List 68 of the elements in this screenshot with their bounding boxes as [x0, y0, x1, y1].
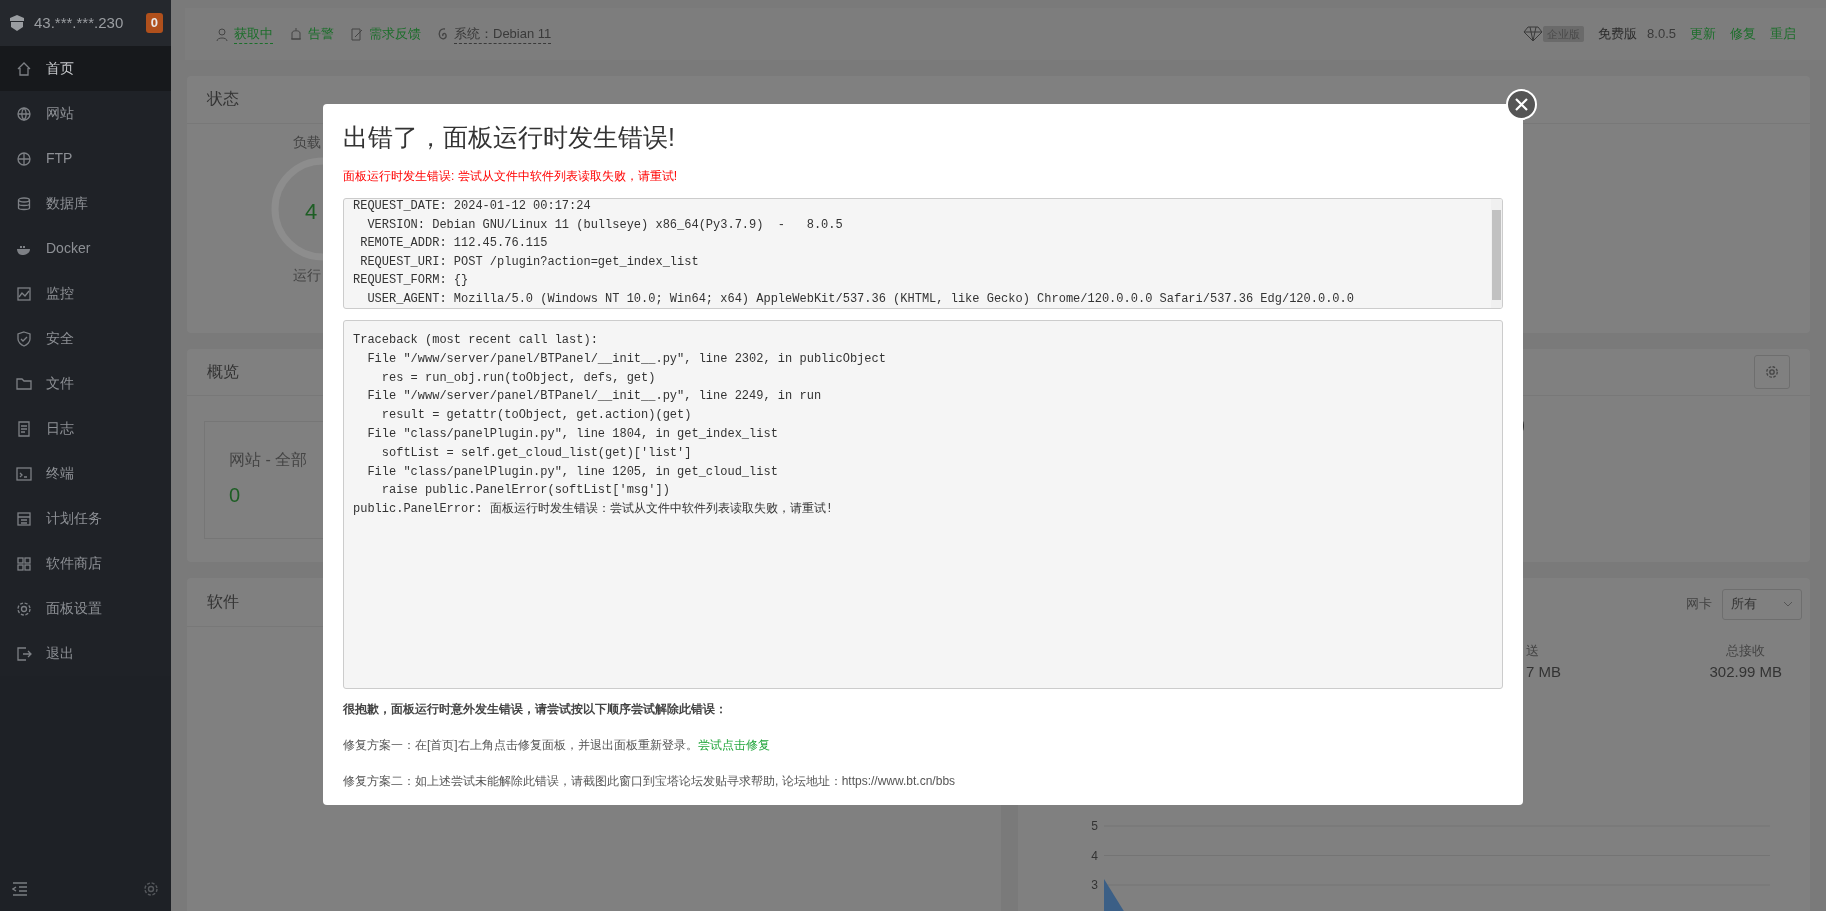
system-info[interactable]: 系统：Debian 11	[454, 23, 552, 45]
shield-icon	[16, 330, 32, 347]
repair-link[interactable]: 尝试点击修复	[697, 738, 770, 752]
chevron-icon	[1783, 601, 1793, 607]
stat-label: 网站 - 全部	[229, 449, 308, 470]
grid-icon	[16, 555, 32, 572]
collapse-icon[interactable]	[12, 882, 28, 896]
diamond-icon	[1523, 25, 1544, 42]
home-icon	[16, 60, 32, 77]
sidebar-item[interactable]: 监控	[0, 271, 171, 316]
nic-label: 网卡	[1686, 595, 1712, 614]
sidebar-item[interactable]: 首页	[0, 46, 171, 91]
terminal-icon	[16, 465, 32, 482]
apology-text: 很抱歉，面板运行时意外发生错误，请尝试按以下顺序尝试解除此错误：	[343, 701, 728, 718]
card-title: 状态	[207, 89, 239, 110]
sidebar-item[interactable]: 计划任务	[0, 496, 171, 541]
gauge-value: 4	[305, 197, 318, 226]
fix-step-text: 修复方案一：在[首页]右上角点击修复面板，并退出面板重新登录。尝试点击修复	[343, 737, 771, 754]
sidebar-item[interactable]: FTP	[0, 136, 171, 181]
stat-value: 302.99 MB	[1709, 661, 1782, 682]
version-label: 8.0.5	[1647, 25, 1676, 44]
logo-icon	[8, 14, 26, 32]
gauge-label: 负载	[292, 132, 321, 152]
edition-label: 免费版	[1598, 25, 1638, 44]
settings-icon[interactable]	[143, 881, 159, 897]
fix-step-text: 修复方案二：如上述尝试未能解除此错误，请截图此窗口到宝塔论坛发贴寻求帮助, 论坛地址：https://www.bt.cn/bbs	[343, 773, 957, 790]
settings-icon	[16, 600, 32, 617]
server-address: 43.***.***.230	[34, 12, 124, 33]
stat-value: 0	[229, 482, 241, 508]
debian-swirl-icon	[437, 26, 449, 41]
traceback-text: Traceback (most recent call last): File "/www/server/panel/BTPanel/__init__.py", line 2302, in publicObject res = run_obj.run(toObject, defs, get) File "/www/server/panel/BTPanel/__init__.py", line 2249, in run result = getattr(toObject, get.action)(get) File "class/panelPlugin.py", line 1804, in get_index_list softList = self.get_cloud_list(get)['list'] File "class/panelPlugin.py", line 1205, in get_cloud_list raise public.PanelError(softList['msg']) public.PanelError: 面板运行时发生错误：尝试从文件中软件列表读取失败，请重试!	[352, 332, 887, 519]
sidebar-item[interactable]: 数据库	[0, 181, 171, 226]
stat-label: 送	[1526, 641, 1540, 660]
sidebar-item[interactable]: 网站	[0, 91, 171, 136]
folder-icon	[16, 375, 32, 392]
dialog-title: 出错了，面板运行时发生错误!	[343, 122, 676, 152]
user-icon	[215, 26, 229, 41]
card-title: 概览	[207, 361, 239, 382]
sidebar-item[interactable]: 安全	[0, 316, 171, 361]
globe-icon	[16, 105, 32, 122]
logout-icon	[16, 645, 32, 662]
chart-icon	[16, 285, 32, 302]
close-icon	[1515, 98, 1528, 111]
sidebar-item[interactable]: 文件	[0, 361, 171, 406]
scrollbar[interactable]	[1491, 199, 1502, 308]
sidebar-item[interactable]: 软件商店	[0, 541, 171, 586]
error-message: 面板运行时发生错误: 尝试从文件中软件列表读取失败，请重试!	[343, 168, 678, 185]
edit-icon	[350, 26, 364, 41]
document-icon	[16, 420, 32, 437]
card-title: 软件	[207, 591, 239, 612]
axis-tick-label: 4	[1091, 847, 1098, 865]
nic-select[interactable]: 所有	[1722, 588, 1802, 620]
settings-icon	[1765, 364, 1779, 379]
sidebar-item[interactable]: 日志	[0, 406, 171, 451]
calendar-icon	[16, 510, 32, 527]
sidebar-item[interactable]: 退出	[0, 631, 171, 676]
notification-count[interactable]: 0	[145, 13, 163, 33]
database-icon	[16, 195, 32, 212]
settings-button[interactable]	[1754, 354, 1790, 389]
sidebar-item[interactable]: 面板设置	[0, 586, 171, 631]
request-info-text: REQUEST_DATE: 2024-01-12 00:17:24 VERSION: Debian GNU/Linux 11 (bullseye) x86_64(Py3.7.9) - 8.0.5 REMOTE_ADDR: 112.45.76.115 REQUEST_URI: POST /plugin?action=get_index_list REQUEST_FORM: {} USER_AGENT: Mozilla/5.0 (Windows NT 10.0; Win64; x64) AppleWebKit/537.36 (KHTML, like Gecko) Chrome/120.0.0.0 Safari/537.36 Edg/120.0.0.0	[352, 199, 1355, 308]
sidebar-item[interactable]: 终端	[0, 451, 171, 496]
bell-icon	[289, 26, 303, 41]
sidebar-item[interactable]: Docker	[0, 226, 171, 271]
axis-tick-label: 3	[1091, 877, 1098, 894]
stat-value: 7 MB	[1526, 661, 1561, 682]
globe-icon	[16, 150, 32, 167]
axis-tick-label: 5	[1091, 818, 1098, 835]
